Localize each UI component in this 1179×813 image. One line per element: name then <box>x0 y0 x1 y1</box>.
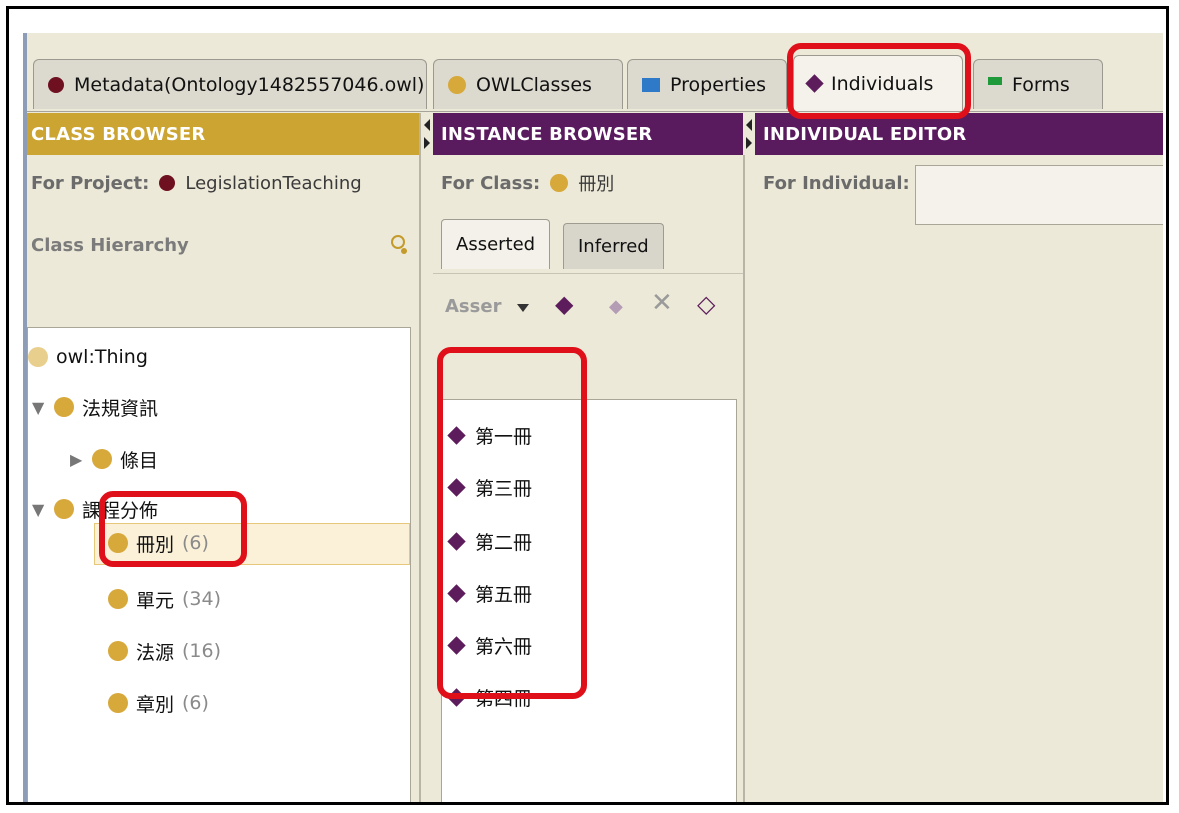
node-label: 單元 <box>136 589 175 612</box>
instance-toolbar: Asser ◆ ◆ ✕ ◇ <box>433 273 743 334</box>
tab-label: OWLClasses <box>476 73 592 96</box>
project-name: LegislationTeaching <box>185 172 362 194</box>
highlight-selected-class <box>99 491 247 567</box>
tab-bar: Metadata(Ontology1482557046.owl) OWLClas… <box>23 33 1163 112</box>
project-icon <box>159 175 176 191</box>
class-hierarchy-label: Class Hierarchy <box>31 234 189 256</box>
class-icon <box>108 641 128 661</box>
expand-triangle-icon[interactable]: ▼ <box>32 398 54 417</box>
tab-label: Forms <box>1012 73 1070 96</box>
class-icon <box>550 174 569 192</box>
dropdown-arrow-icon[interactable] <box>517 304 529 312</box>
class-icon <box>54 499 74 519</box>
instance-icon[interactable]: ◆ <box>609 296 623 317</box>
tab-forms[interactable]: Forms <box>973 59 1103 109</box>
class-browser-panel: CLASS BROWSER For Project: LegislationTe… <box>23 113 421 802</box>
split-arrows-icon[interactable] <box>743 113 755 155</box>
create-instance-icon[interactable]: ◆ <box>555 290 573 318</box>
highlight-individuals-tab <box>787 43 971 119</box>
class-line: For Class: 冊別 <box>433 155 743 211</box>
class-icon <box>92 449 112 469</box>
node-label: 條目 <box>120 449 159 472</box>
forms-icon <box>988 76 1002 93</box>
individual-name-field[interactable] <box>915 165 1163 225</box>
class-icon <box>28 347 48 367</box>
find-class-icon[interactable] <box>389 234 411 256</box>
for-project-label: For Project: <box>31 172 150 194</box>
node-count: (6) <box>182 692 209 714</box>
screenshot-frame: Metadata(Ontology1482557046.owl) OWLClas… <box>6 6 1169 805</box>
split-arrows-icon[interactable] <box>421 113 433 155</box>
tab-owlclasses[interactable]: OWLClasses <box>433 59 623 109</box>
for-individual-label: For Individual: <box>763 172 910 194</box>
class-icon <box>54 397 74 417</box>
node-label: 章別 <box>136 693 175 716</box>
ontology-icon <box>48 76 64 93</box>
tab-metadata[interactable]: Metadata(Ontology1482557046.owl) <box>33 59 427 109</box>
project-line: For Project: LegislationTeaching <box>23 155 419 211</box>
highlight-instance-list <box>437 347 587 699</box>
tab-inferred[interactable]: Inferred <box>563 223 664 269</box>
class-name: 冊別 <box>578 174 615 195</box>
protege-window: Metadata(Ontology1482557046.owl) OWLClas… <box>23 33 1163 802</box>
copy-instance-icon[interactable]: ◇ <box>697 290 715 318</box>
tab-label: Properties <box>670 73 767 96</box>
tree-node-5[interactable]: 單元 (34) <box>108 582 221 616</box>
delete-instance-icon[interactable]: ✕ <box>651 288 673 318</box>
tree-node-owl-thing[interactable]: owl:Thing <box>28 340 148 374</box>
window-edge <box>23 33 27 802</box>
tree-node-6[interactable]: 法源 (16) <box>108 634 221 668</box>
node-count: (34) <box>182 588 222 610</box>
node-label: 法規資訊 <box>82 397 159 420</box>
class-browser-title: CLASS BROWSER <box>23 113 419 155</box>
asserted-inferred-tabs: Asserted Inferred <box>433 211 743 273</box>
tree-node-2[interactable]: ▶ 條目 <box>70 442 158 476</box>
tree-node-1[interactable]: ▼ 法規資訊 <box>32 390 158 424</box>
class-icon <box>108 589 128 609</box>
class-icon <box>108 693 128 713</box>
node-label: 法源 <box>136 641 175 664</box>
class-hierarchy-header: Class Hierarchy <box>23 221 419 269</box>
property-icon <box>642 77 660 92</box>
tree-node-7[interactable]: 章別 (6) <box>108 686 209 720</box>
for-class-label: For Class: <box>441 172 541 194</box>
tab-asserted[interactable]: Asserted <box>441 219 551 269</box>
tab-properties[interactable]: Properties <box>627 59 787 109</box>
collapse-triangle-icon[interactable]: ▶ <box>70 450 92 469</box>
node-label: owl:Thing <box>56 346 148 368</box>
expand-triangle-icon[interactable]: ▼ <box>32 500 54 519</box>
instance-browser-title: INSTANCE BROWSER <box>433 113 743 155</box>
class-icon <box>448 75 466 94</box>
asserted-dropdown-label[interactable]: Asser <box>445 296 501 317</box>
node-count: (16) <box>182 640 222 662</box>
tab-label: Metadata(Ontology1482557046.owl) <box>74 73 425 96</box>
individual-editor-title: INDIVIDUAL EDITOR <box>755 113 1163 155</box>
individual-editor-panel: INDIVIDUAL EDITOR For Individual: <box>755 113 1163 802</box>
